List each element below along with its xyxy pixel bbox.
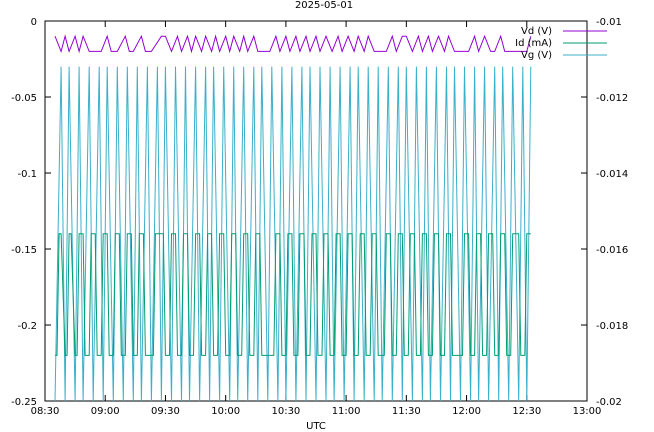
y2-tick-label: -0.02 xyxy=(596,397,622,408)
x-tick-label: 12:30 xyxy=(512,406,541,417)
y2-tick-label: -0.012 xyxy=(596,93,628,104)
legend-label: Vg (V) xyxy=(521,50,552,61)
x-tick-label: 12:00 xyxy=(452,406,481,417)
y-axis-right: -0.01 -0.012 -0.014 -0.016 -0.018 -0.02 xyxy=(581,17,628,408)
x-tick-label: 09:30 xyxy=(151,406,180,417)
chart-title: 2025-05-01 xyxy=(295,0,353,11)
y-tick-label: -0.2 xyxy=(17,321,37,332)
x-tick-label: 10:00 xyxy=(211,406,240,417)
y-tick-label: -0.05 xyxy=(11,93,37,104)
series-line-vg-v xyxy=(54,66,532,401)
legend-label: Id (mA) xyxy=(515,38,552,49)
series-layer xyxy=(54,34,532,401)
y2-tick-label: -0.014 xyxy=(596,169,628,180)
y-tick-label: 0 xyxy=(31,17,37,28)
y2-tick-label: -0.016 xyxy=(596,245,628,256)
series-line-vd-v xyxy=(54,34,532,54)
y-tick-label: -0.1 xyxy=(17,169,37,180)
x-axis-label: UTC xyxy=(306,421,326,432)
y2-tick-label: -0.018 xyxy=(596,321,628,332)
plot-area xyxy=(54,34,532,401)
y-tick-label: -0.25 xyxy=(11,397,37,408)
legend: Vd (V)Id (mA)Vg (V) xyxy=(515,26,607,61)
y-tick-label: -0.15 xyxy=(11,245,37,256)
x-tick-label: 10:30 xyxy=(271,406,300,417)
x-tick-label: 09:00 xyxy=(91,406,120,417)
y2-tick-label: -0.01 xyxy=(596,17,622,28)
legend-label: Vd (V) xyxy=(521,26,552,37)
x-tick-label: 11:00 xyxy=(332,406,361,417)
chart: 2025-05-01 08:30 09:00 09:30 10:00 10:30 11:0… xyxy=(11,0,628,432)
x-tick-label: 11:30 xyxy=(392,406,421,417)
